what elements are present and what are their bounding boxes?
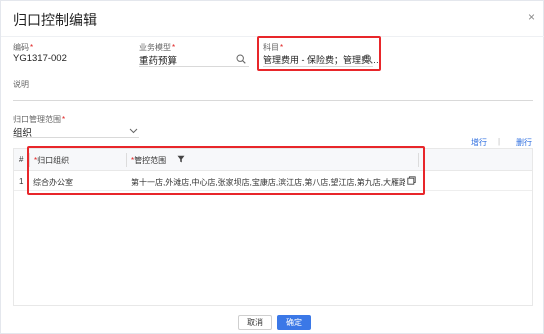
business-model-underline bbox=[139, 66, 249, 67]
delete-row-button[interactable]: 删行 bbox=[516, 137, 532, 148]
required-mark: * bbox=[172, 43, 176, 52]
scope-type-label-text: 归口管理范围 bbox=[13, 115, 61, 124]
cancel-button[interactable]: 取消 bbox=[238, 315, 272, 330]
action-separator: | bbox=[498, 137, 501, 146]
business-model-label: 业务模型* bbox=[139, 42, 175, 53]
description-input[interactable] bbox=[13, 100, 533, 101]
business-model-input[interactable]: 重药预算 bbox=[139, 53, 177, 67]
close-icon[interactable]: × bbox=[528, 10, 535, 24]
edit-dialog: 归口控制编辑 × 编码* YG1317-002 业务模型* 重药预算 科目* 管… bbox=[0, 0, 544, 334]
confirm-button[interactable]: 确定 bbox=[277, 315, 311, 330]
dialog-title: 归口控制编辑 bbox=[13, 12, 97, 28]
description-label: 说明 bbox=[13, 80, 29, 89]
business-model-label-text: 业务模型 bbox=[139, 43, 171, 52]
add-row-button[interactable]: 增行 bbox=[471, 137, 487, 148]
code-value: YG1317-002 bbox=[13, 53, 67, 64]
code-label-text: 编码 bbox=[13, 43, 29, 52]
scope-type-underline bbox=[13, 137, 139, 138]
table-highlight-box bbox=[27, 146, 425, 195]
required-mark: * bbox=[62, 115, 66, 124]
column-header-index: # bbox=[19, 155, 24, 164]
scope-type-label: 归口管理范围* bbox=[13, 114, 65, 125]
row-index: 1 bbox=[19, 177, 24, 186]
subject-highlight-box bbox=[257, 36, 381, 71]
required-mark: * bbox=[30, 43, 34, 52]
dialog-header: 归口控制编辑 × bbox=[1, 1, 544, 37]
code-label: 编码* bbox=[13, 42, 33, 53]
